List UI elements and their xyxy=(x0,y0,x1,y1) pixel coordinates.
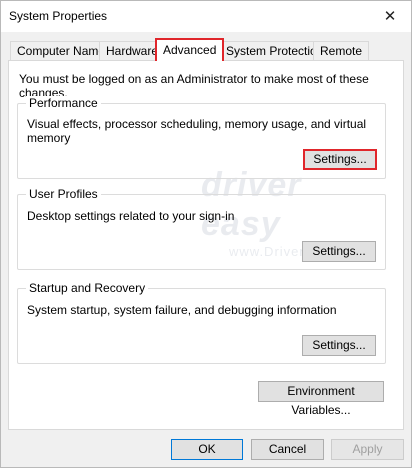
tab-remote[interactable]: Remote xyxy=(313,41,370,60)
environment-variables-button[interactable]: Environment Variables... xyxy=(258,381,384,417)
tab-advanced[interactable]: Advanced xyxy=(155,38,225,61)
user-profiles-title: User Profiles xyxy=(26,187,101,201)
ok-button[interactable]: OK xyxy=(171,439,243,460)
user-profiles-settings-button[interactable]: Settings... xyxy=(302,241,376,262)
system-properties-window: System Properties ✕ Computer Name Hardwa… xyxy=(0,0,412,468)
cancel-button[interactable]: Cancel xyxy=(251,439,324,460)
startup-recovery-settings-button[interactable]: Settings... xyxy=(302,335,376,356)
performance-description: Visual effects, processor scheduling, me… xyxy=(27,117,367,145)
apply-button[interactable]: Apply xyxy=(331,439,404,460)
performance-title: Performance xyxy=(26,96,101,110)
user-profiles-description: Desktop settings related to your sign-in xyxy=(27,209,235,223)
close-icon: ✕ xyxy=(383,8,397,25)
tab-computer-name[interactable]: Computer Name xyxy=(10,41,113,60)
performance-settings-button[interactable]: Settings... xyxy=(303,149,377,170)
startup-recovery-title: Startup and Recovery xyxy=(26,281,149,295)
title-bar: System Properties ✕ xyxy=(1,1,411,32)
startup-recovery-description: System startup, system failure, and debu… xyxy=(27,303,337,317)
close-button[interactable]: ✕ xyxy=(377,5,403,27)
window-title: System Properties xyxy=(9,9,108,23)
